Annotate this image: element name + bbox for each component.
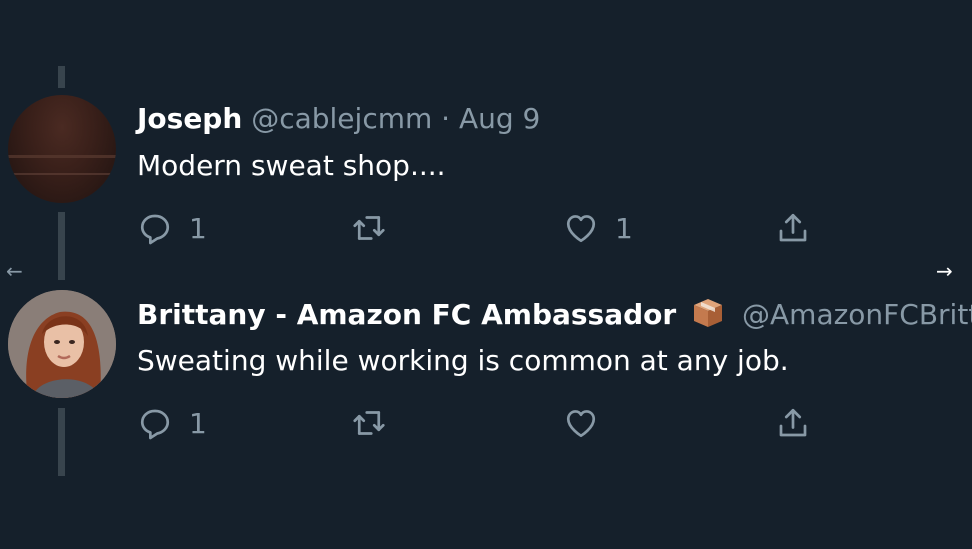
tweet-header: Brittany - Amazon FC Ambassador @AmazonF… — [137, 296, 972, 332]
reply-icon — [140, 214, 170, 245]
separator-dot: · — [441, 102, 451, 135]
user-handle[interactable]: @cablejcmm — [251, 102, 432, 135]
retweet-button[interactable] — [350, 210, 388, 246]
tweet-text: Sweating while working is common at any … — [137, 344, 789, 377]
reply-count: 1 — [189, 211, 207, 245]
reply-button[interactable]: 1 — [137, 405, 207, 441]
tweet-thread-screen: ← → Joseph @cablejcmm · Aug 9 Modern swe… — [0, 0, 972, 549]
next-arrow-icon[interactable]: → — [936, 258, 953, 284]
retweet-icon — [353, 411, 385, 435]
thread-line-bottom — [58, 408, 65, 476]
share-button[interactable] — [775, 405, 811, 441]
prev-arrow-icon[interactable]: ← — [6, 258, 23, 284]
avatar[interactable] — [8, 290, 116, 398]
tweet-date[interactable]: Aug 9 — [459, 102, 540, 135]
reply-button[interactable]: 1 — [137, 210, 207, 246]
package-box-icon — [694, 299, 723, 327]
display-name[interactable]: Brittany - Amazon FC Ambassador — [137, 298, 676, 331]
avatar[interactable] — [8, 95, 116, 203]
share-icon — [779, 408, 807, 437]
retweet-button[interactable] — [350, 405, 388, 441]
heart-icon — [566, 410, 596, 438]
like-count: 1 — [615, 211, 633, 245]
like-button[interactable]: 1 — [563, 210, 633, 246]
share-button[interactable] — [775, 210, 811, 246]
profile-photo-icon — [8, 290, 116, 398]
like-button[interactable] — [563, 405, 599, 441]
retweet-icon — [353, 216, 385, 240]
display-name[interactable]: Joseph — [137, 102, 242, 135]
heart-icon — [566, 215, 596, 243]
thread-line-middle — [58, 212, 65, 280]
reply-count: 1 — [189, 406, 207, 440]
thread-line-top — [58, 66, 65, 88]
user-handle[interactable]: @AmazonFCBritt — [742, 298, 972, 331]
tweet-header: Joseph @cablejcmm · Aug 9 — [137, 102, 540, 136]
reply-icon — [140, 409, 170, 440]
share-icon — [779, 213, 807, 242]
tweet-text: Modern sweat shop.... — [137, 149, 446, 182]
